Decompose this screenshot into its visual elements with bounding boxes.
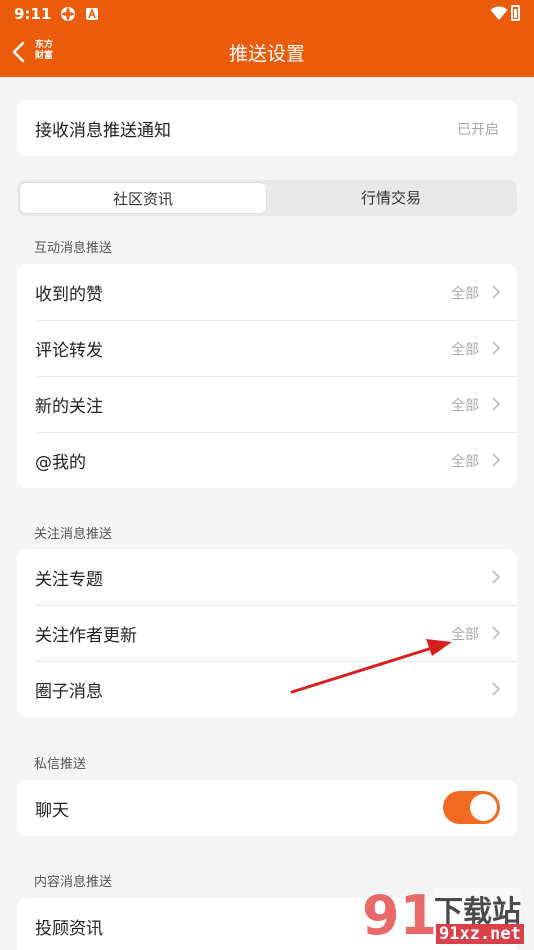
row-value: 全部 [451, 454, 479, 470]
follow-card: 关注专题 关注作者更新 全部 圈子消息 [17, 549, 517, 717]
chevron-right-icon [492, 626, 501, 640]
chevron-right-icon [492, 285, 501, 299]
row-label: 圈子消息 [35, 682, 103, 702]
tab-community-news[interactable]: 社区资讯 [19, 182, 267, 214]
status-time: 9:11 [14, 5, 52, 23]
chevron-right-icon [492, 570, 501, 584]
row-label: 关注作者更新 [35, 626, 137, 646]
row-label: 新的关注 [35, 397, 103, 417]
row-label: 关注专题 [35, 570, 103, 590]
category-segmented-control: 社区资讯 行情交易 [17, 180, 517, 216]
section-title-content: 内容消息推送 [34, 875, 113, 890]
row-label: 投顾资讯 [35, 919, 103, 939]
watermark-number: 91 [362, 884, 438, 947]
interaction-card: 收到的赞 全部 评论转发 全部 新的关注 全部 @我的 全部 [17, 264, 517, 488]
watermark-url: 91xz.net [436, 924, 524, 944]
status-bar: 9:11 [0, 0, 534, 28]
list-item[interactable]: @我的 全部 [17, 432, 517, 488]
vpn-icon [61, 7, 75, 21]
chevron-right-icon [492, 453, 501, 467]
watermark: 91 下载站 91xz.net [362, 884, 534, 950]
battery-icon [511, 5, 520, 21]
section-title-follow: 关注消息推送 [34, 527, 113, 542]
chevron-right-icon [492, 397, 501, 411]
row-label: 收到的赞 [35, 285, 103, 305]
list-item[interactable]: 关注作者更新 全部 [17, 605, 517, 661]
row-label: 聊天 [35, 801, 69, 821]
row-label: 评论转发 [35, 341, 103, 361]
chat-toggle-row: 聊天 [17, 780, 517, 836]
list-item[interactable]: 新的关注 全部 [17, 376, 517, 432]
list-item[interactable]: 关注专题 [17, 549, 517, 605]
receive-push-status: 已开启 [457, 122, 499, 138]
page-title: 推送设置 [228, 43, 305, 65]
chevron-right-icon [492, 341, 501, 355]
list-item[interactable]: 收到的赞 全部 [17, 264, 517, 320]
receive-push-label: 接收消息推送通知 [35, 121, 171, 141]
row-label: @我的 [35, 453, 86, 473]
row-value: 全部 [451, 286, 479, 302]
receive-push-card: 接收消息推送通知 已开启 [17, 100, 517, 156]
row-value: 全部 [451, 342, 479, 358]
list-item[interactable]: 圈子消息 [17, 661, 517, 717]
row-value: 全部 [451, 627, 479, 643]
app-notification-icon [86, 7, 98, 20]
row-value: 全部 [451, 398, 479, 414]
nav-bar: 东方 财富 推送设置 [0, 28, 534, 77]
private-card: 聊天 [17, 780, 517, 836]
section-title-private: 私信推送 [34, 757, 87, 772]
tab-market-trading[interactable]: 行情交易 [267, 182, 515, 214]
section-title-interaction: 互动消息推送 [34, 241, 113, 256]
receive-push-row[interactable]: 接收消息推送通知 已开启 [17, 100, 517, 156]
toggle-knob [470, 794, 497, 821]
wifi-icon [490, 6, 508, 20]
chat-toggle[interactable] [443, 791, 500, 824]
list-item[interactable]: 评论转发 全部 [17, 320, 517, 376]
chevron-right-icon [492, 682, 501, 696]
